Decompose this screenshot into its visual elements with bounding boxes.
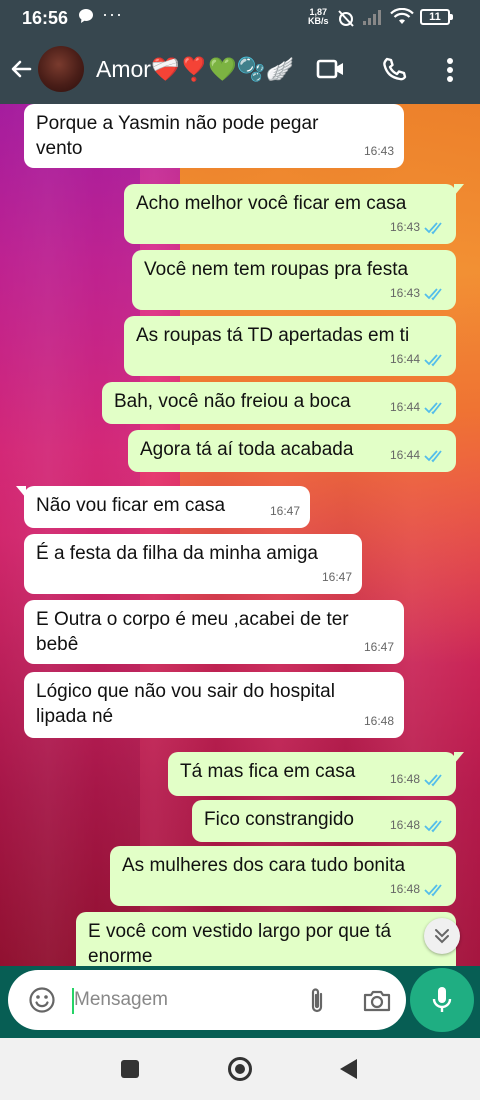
message-meta: 16:48 (390, 813, 446, 838)
message-meta: 16:48 (390, 767, 446, 792)
message-text: Acho melhor você ficar em casa (136, 193, 407, 214)
emoji-icon[interactable] (28, 986, 56, 1019)
message-meta: 16:44 (390, 395, 446, 420)
message-meta: 16:47 (322, 565, 352, 590)
message-time: 16:44 (389, 448, 420, 462)
home-button[interactable] (228, 1057, 252, 1081)
message-meta: 16:47 (364, 635, 394, 660)
more-dots-icon: ··· (102, 4, 123, 24)
message-text: As roupas tá TD apertadas em ti (136, 325, 410, 346)
message-bubble-outgoing[interactable]: Você nem tem roupas pra festa 16:43 (132, 250, 456, 310)
message-icon (78, 8, 94, 28)
camera-icon[interactable] (362, 988, 392, 1019)
message-text: É a festa da filha da minha amiga (36, 543, 319, 564)
wifi-icon (390, 7, 414, 31)
message-time: 16:44 (389, 352, 420, 366)
message-bubble-outgoing[interactable]: As mulheres dos cara tudo bonita 16:48 (110, 846, 456, 906)
read-ticks-icon (424, 287, 442, 300)
message-meta: 16:48 (390, 877, 446, 902)
read-ticks-icon (424, 449, 442, 462)
message-time: 16:48 (389, 882, 420, 896)
chat-header: Amor❤️‍🩹❣️💚🫧🪽 (0, 36, 480, 104)
recent-apps-button[interactable] (121, 1060, 139, 1078)
message-time: 16:48 (389, 772, 420, 786)
message-text: Bah, você não freiou a boca (114, 391, 351, 412)
chat-area[interactable]: Porque a Yasmin não pode pegar vento 16:… (0, 104, 480, 966)
contact-name[interactable]: Amor❤️‍🩹❣️💚🫧🪽 (96, 56, 294, 83)
mic-icon (432, 987, 452, 1012)
system-nav-bar (0, 1038, 480, 1100)
message-text: Lógico que não vou sair do hospital (36, 681, 335, 702)
message-time: 16:47 (363, 640, 394, 654)
double-chevron-down-icon (435, 929, 449, 944)
back-button[interactable] (340, 1059, 357, 1079)
message-bubble-incoming[interactable]: Lógico que não vou sair do hospital lipa… (24, 672, 404, 738)
read-ticks-icon (424, 883, 442, 896)
more-vert-icon[interactable] (440, 56, 460, 89)
read-ticks-icon (424, 353, 442, 366)
message-text: E você com vestido largo por que tá (88, 921, 392, 942)
message-meta: 16:44 (390, 347, 446, 372)
status-bar: 16:56 ··· 1,87 KB/s 11 (0, 0, 480, 36)
message-meta: 16:43 (390, 281, 446, 306)
message-meta: 16:47 (270, 499, 300, 524)
message-bubble-outgoing[interactable]: E você com vestido largo por que tá enor… (76, 912, 456, 966)
voice-call-icon[interactable] (380, 56, 408, 89)
message-time: 16:47 (321, 570, 352, 584)
status-time: 16:56 (22, 8, 69, 28)
message-time: 16:43 (389, 220, 420, 234)
message-bubble-outgoing[interactable]: Acho melhor você ficar em casa 16:43 (124, 184, 464, 244)
message-bubble-incoming[interactable]: Porque a Yasmin não pode pegar vento 16:… (24, 104, 404, 168)
message-text: lipada né (36, 706, 114, 727)
battery-indicator: 11 (420, 9, 453, 25)
message-text: E Outra o corpo é meu ,acabei de ter (36, 609, 349, 630)
avatar[interactable] (38, 46, 84, 92)
message-text: Não vou ficar em casa (36, 495, 226, 516)
video-call-icon[interactable] (316, 58, 346, 85)
message-time: 16:48 (389, 818, 420, 832)
message-text: Porque a Yasmin não pode pegar (36, 113, 319, 134)
signal-icon (362, 8, 384, 31)
message-composer[interactable] (8, 970, 406, 1030)
message-bubble-incoming[interactable]: Não vou ficar em casa 16:47 (16, 486, 310, 528)
message-bubble-outgoing[interactable]: As roupas tá TD apertadas em ti 16:44 (124, 316, 456, 376)
composer-bar (0, 966, 480, 1038)
mic-button[interactable] (410, 968, 474, 1032)
read-ticks-icon (424, 819, 442, 832)
message-time: 16:48 (363, 714, 394, 728)
message-bubble-incoming[interactable]: É a festa da filha da minha amiga 16:47 (24, 534, 362, 594)
message-text: enorme (88, 946, 153, 966)
message-bubble-outgoing[interactable]: Agora tá aí toda acabada 16:44 (128, 430, 456, 472)
attach-icon[interactable] (306, 986, 328, 1021)
read-ticks-icon (424, 401, 442, 414)
message-time: 16:43 (363, 144, 394, 158)
message-text: bebê (36, 634, 79, 655)
scroll-to-bottom-button[interactable] (424, 918, 460, 954)
message-bubble-outgoing[interactable]: Bah, você não freiou a boca 16:44 (102, 382, 456, 424)
message-time: 16:44 (389, 400, 420, 414)
message-text: Você nem tem roupas pra festa (144, 259, 409, 280)
message-bubble-outgoing[interactable]: Fico constrangido 16:48 (192, 800, 456, 842)
message-time: 16:43 (389, 286, 420, 300)
message-bubble-incoming[interactable]: E Outra o corpo é meu ,acabei de ter beb… (24, 600, 404, 664)
message-text: As mulheres dos cara tudo bonita (122, 855, 406, 876)
message-time: 16:47 (269, 504, 300, 518)
message-meta: 16:44 (390, 443, 446, 468)
back-arrow-icon[interactable] (8, 56, 34, 87)
alarm-off-icon (336, 8, 356, 33)
message-bubble-outgoing[interactable]: Tá mas fica em casa 16:48 (168, 752, 464, 796)
read-ticks-icon (424, 773, 442, 786)
message-text: vento (36, 138, 83, 159)
read-ticks-icon (424, 221, 442, 234)
message-meta: 16:43 (390, 215, 446, 240)
message-input[interactable] (74, 984, 294, 1016)
message-meta: 16:43 (364, 139, 394, 164)
message-meta: 16:48 (364, 709, 394, 734)
speed-unit: KB/s (308, 16, 329, 26)
network-speed: 1,87 KB/s (308, 8, 329, 26)
